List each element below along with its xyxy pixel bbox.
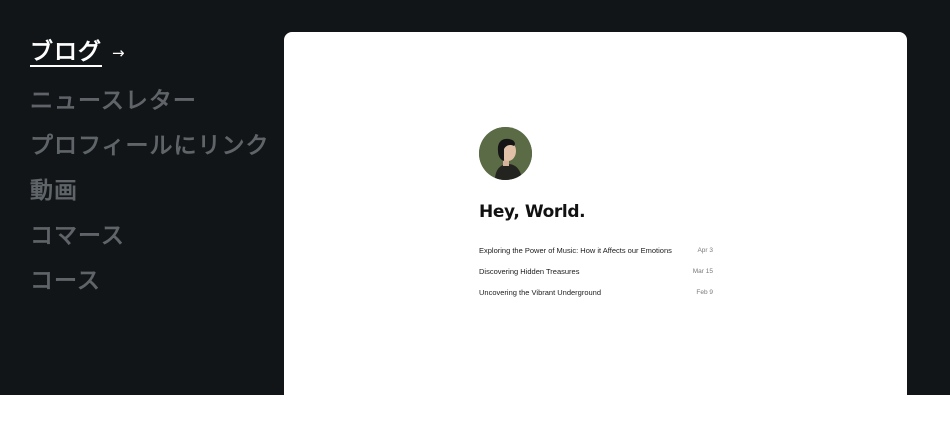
showcase-area: ブログ → ニュースレター プロフィールにリンク 動画 コマース コース Hey…	[0, 0, 950, 395]
post-date: Apr 3	[697, 247, 713, 254]
avatar	[479, 127, 532, 180]
post-date: Feb 9	[696, 289, 713, 296]
post-row[interactable]: Exploring the Power of Music: How it Aff…	[479, 240, 713, 261]
nav-item-label: ブログ	[30, 37, 102, 67]
nav-item-label: プロフィールにリンク	[30, 131, 270, 159]
post-title: Exploring the Power of Music: How it Aff…	[479, 246, 672, 255]
profile-block: Hey, World. Exploring the Power of Music…	[479, 127, 713, 303]
feature-nav: ブログ → ニュースレター プロフィールにリンク 動画 コマース コース	[30, 30, 280, 300]
post-date: Mar 15	[692, 268, 713, 275]
post-row[interactable]: Uncovering the Vibrant Underground Feb 9	[479, 282, 713, 303]
nav-item-courses[interactable]: コース	[30, 255, 280, 300]
nav-item-link-in-bio[interactable]: プロフィールにリンク	[30, 120, 280, 165]
page-title: Hey, World.	[479, 202, 586, 222]
post-list: Exploring the Power of Music: How it Aff…	[479, 240, 713, 303]
nav-item-label: コマース	[30, 221, 125, 249]
site-preview-card: Hey, World. Exploring the Power of Music…	[284, 32, 907, 395]
post-row[interactable]: Discovering Hidden Treasures Mar 15	[479, 261, 713, 282]
person-portrait-icon	[479, 127, 532, 180]
nav-item-video[interactable]: 動画	[30, 165, 280, 210]
post-title: Discovering Hidden Treasures	[479, 267, 580, 276]
nav-item-blog[interactable]: ブログ →	[30, 30, 280, 75]
nav-item-commerce[interactable]: コマース	[30, 210, 280, 255]
nav-item-label: 動画	[30, 176, 78, 204]
nav-item-label: コース	[30, 266, 101, 294]
nav-item-newsletter[interactable]: ニュースレター	[30, 75, 280, 120]
post-title: Uncovering the Vibrant Underground	[479, 288, 602, 297]
arrow-right-icon: →	[112, 43, 126, 62]
nav-item-label: ニュースレター	[30, 86, 197, 114]
